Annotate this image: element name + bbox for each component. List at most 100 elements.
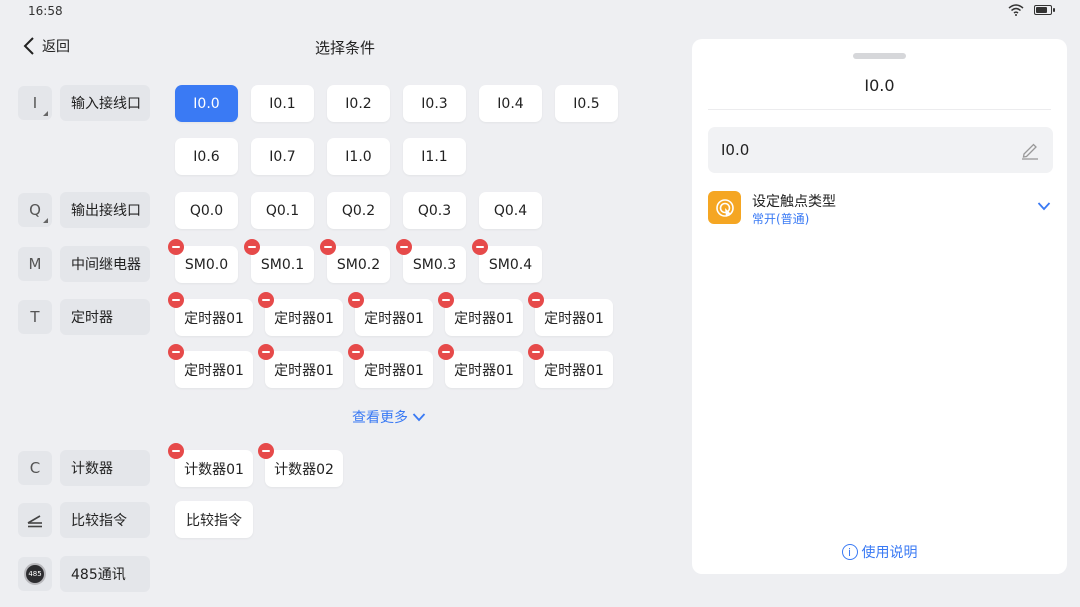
output-chip[interactable]: Q0.3 (403, 192, 466, 229)
remove-icon[interactable] (168, 443, 184, 459)
timer-chip[interactable]: 定时器01 (348, 344, 433, 388)
relay-chip[interactable]: SM0.1 (244, 239, 314, 283)
remove-icon[interactable] (258, 292, 274, 308)
output-chip[interactable]: Q0.1 (251, 192, 314, 229)
output-chip[interactable]: Q0.2 (327, 192, 390, 229)
input-chip[interactable]: I0.2 (327, 85, 390, 122)
input-chip[interactable]: I0.1 (251, 85, 314, 122)
drag-handle[interactable] (853, 53, 906, 59)
compare-icon (27, 515, 42, 528)
category-icon-485[interactable]: 485 (18, 557, 52, 591)
compare-chip[interactable]: 比较指令 (175, 501, 253, 538)
category-relay[interactable]: 中间继电器 (60, 246, 150, 282)
category-timer[interactable]: 定时器 (60, 299, 150, 335)
category-485[interactable]: 485通讯 (60, 556, 150, 592)
timer-chip[interactable]: 定时器01 (258, 344, 343, 388)
relay-chip[interactable]: SM0.4 (472, 239, 542, 283)
timer-chip-label: 定时器01 (274, 362, 334, 379)
remove-icon[interactable] (438, 344, 454, 360)
input-chip-selected[interactable]: I0.0 (175, 85, 238, 122)
show-more-label: 查看更多 (352, 410, 408, 426)
remove-icon[interactable] (168, 292, 184, 308)
contact-type-value: 常开(普通) (752, 212, 810, 226)
relay-chip-label: SM0.2 (336, 256, 381, 273)
rs485-icon-text: 485 (28, 570, 42, 578)
category-icon-text: M (28, 255, 42, 273)
category-compare[interactable]: 比较指令 (60, 502, 150, 538)
relay-chip[interactable]: SM0.0 (168, 239, 238, 283)
timer-chip-label: 定时器01 (454, 310, 514, 327)
category-icon-output[interactable]: Q (18, 193, 52, 227)
contact-type-icon (708, 191, 741, 224)
back-button[interactable]: 返回 (22, 36, 70, 56)
input-chip[interactable]: I0.6 (175, 138, 238, 175)
category-icon-counter[interactable]: C (18, 451, 52, 485)
battery-icon (1034, 5, 1055, 15)
back-label: 返回 (42, 39, 70, 55)
category-input[interactable]: 输入接线口 (60, 85, 150, 121)
remove-icon[interactable] (438, 292, 454, 308)
timer-chip[interactable]: 定时器01 (438, 344, 523, 388)
timer-chip[interactable]: 定时器01 (438, 292, 523, 336)
help-label: 使用说明 (861, 545, 918, 561)
rs485-icon: 485 (24, 563, 46, 585)
timer-chip[interactable]: 定时器01 (168, 292, 253, 336)
input-chip[interactable]: I0.7 (251, 138, 314, 175)
timer-chip[interactable]: 定时器01 (528, 344, 613, 388)
timer-chip[interactable]: 定时器01 (348, 292, 433, 336)
relay-chip-label: SM0.1 (260, 256, 305, 273)
timer-chip-label: 定时器01 (544, 362, 604, 379)
remove-icon[interactable] (258, 443, 274, 459)
category-icon-text: Q (29, 201, 41, 219)
timer-chip[interactable]: 定时器01 (168, 344, 253, 388)
name-field[interactable]: I0.0 (708, 127, 1053, 173)
counter-chip-label: 计数器01 (184, 461, 244, 478)
contact-type-title: 设定触点类型 (752, 194, 836, 210)
input-chip[interactable]: I1.1 (403, 138, 466, 175)
category-icon-text: I (32, 94, 38, 112)
output-chip[interactable]: Q0.0 (175, 192, 238, 229)
output-chip[interactable]: Q0.4 (479, 192, 542, 229)
detail-panel: I0.0 I0.0 设定触点类型 常开(普通) i 使用说明 (692, 39, 1067, 574)
divider (708, 109, 1051, 110)
relay-chip[interactable]: SM0.3 (396, 239, 466, 283)
category-icon-timer[interactable]: T (18, 300, 52, 334)
relay-chip-label: SM0.4 (488, 256, 533, 273)
help-link[interactable]: i 使用说明 (692, 542, 1067, 562)
remove-icon[interactable] (348, 344, 364, 360)
wifi-icon (1008, 4, 1024, 16)
input-chip[interactable]: I0.5 (555, 85, 618, 122)
counter-chip[interactable]: 计数器01 (168, 443, 253, 487)
counter-chip[interactable]: 计数器02 (258, 443, 343, 487)
remove-icon[interactable] (168, 239, 184, 255)
timer-chip-label: 定时器01 (544, 310, 604, 327)
timer-chip-label: 定时器01 (454, 362, 514, 379)
timer-chip[interactable]: 定时器01 (528, 292, 613, 336)
input-chip[interactable]: I0.3 (403, 85, 466, 122)
remove-icon[interactable] (396, 239, 412, 255)
relay-chip[interactable]: SM0.2 (320, 239, 390, 283)
show-more-button[interactable]: 查看更多 (352, 407, 426, 427)
category-icon-compare[interactable] (18, 503, 52, 537)
remove-icon[interactable] (528, 292, 544, 308)
remove-icon[interactable] (320, 239, 336, 255)
input-chip[interactable]: I0.4 (479, 85, 542, 122)
remove-icon[interactable] (348, 292, 364, 308)
edit-icon[interactable] (1019, 139, 1041, 161)
panel-title: I0.0 (864, 76, 895, 95)
input-chip[interactable]: I1.0 (327, 138, 390, 175)
category-icon-relay[interactable]: M (18, 247, 52, 281)
remove-icon[interactable] (528, 344, 544, 360)
remove-icon[interactable] (258, 344, 274, 360)
timer-chip-label: 定时器01 (364, 310, 424, 327)
relay-chip-label: SM0.3 (412, 256, 457, 273)
category-output[interactable]: 输出接线口 (60, 192, 150, 228)
remove-icon[interactable] (168, 344, 184, 360)
name-field-value: I0.0 (721, 141, 750, 159)
timer-chip[interactable]: 定时器01 (258, 292, 343, 336)
remove-icon[interactable] (472, 239, 488, 255)
category-counter[interactable]: 计数器 (60, 450, 150, 486)
remove-icon[interactable] (244, 239, 260, 255)
contact-type-selector[interactable]: 设定触点类型 常开(普通) (708, 189, 1053, 227)
category-icon-input[interactable]: I (18, 86, 52, 120)
